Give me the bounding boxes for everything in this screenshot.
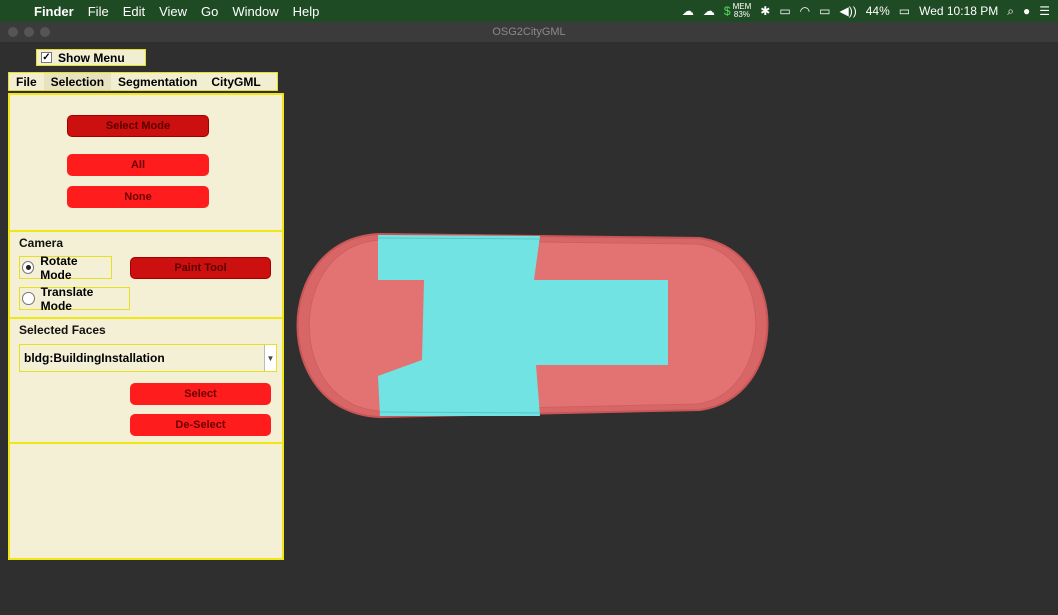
- window-titlebar: OSG2CityGML: [0, 22, 1058, 42]
- zoom-window-button[interactable]: [40, 27, 50, 37]
- notification-center-icon[interactable]: ☰: [1039, 4, 1050, 18]
- battery-icon[interactable]: ▭: [899, 4, 910, 18]
- selection-panel: Select Mode All None Camera Rotate Mode …: [8, 93, 284, 560]
- deselect-button[interactable]: De-Select: [130, 414, 271, 436]
- camera-section-label: Camera: [19, 236, 64, 250]
- volume-icon[interactable]: ◀)): [839, 4, 856, 18]
- translate-mode-radio[interactable]: Translate Mode: [19, 284, 130, 313]
- menu-window[interactable]: Window: [232, 4, 278, 19]
- paint-tool-button[interactable]: Paint Tool: [130, 257, 271, 279]
- airplay-icon[interactable]: ▭: [819, 4, 830, 18]
- panel-tabs: File Selection Segmentation CityGML: [8, 72, 278, 91]
- divider: [10, 317, 282, 319]
- checkbox-check-icon[interactable]: ✓: [41, 52, 52, 63]
- menu-file[interactable]: File: [88, 4, 109, 19]
- bluetooth-icon[interactable]: ✱: [760, 4, 770, 18]
- empty-output-area: [10, 442, 282, 558]
- memory-indicator[interactable]: $ MEM 83%: [724, 3, 751, 19]
- cloud-icon[interactable]: ☁: [703, 4, 715, 18]
- chevron-down-icon[interactable]: ▼: [264, 345, 276, 371]
- rotate-mode-radio[interactable]: Rotate Mode: [19, 253, 112, 282]
- select-none-button[interactable]: None: [67, 186, 209, 208]
- rotate-mode-label: Rotate Mode: [40, 253, 78, 282]
- cloud-icon[interactable]: ☁: [682, 4, 694, 18]
- menu-help[interactable]: Help: [293, 4, 320, 19]
- tab-segmentation[interactable]: Segmentation: [111, 73, 204, 90]
- tab-citygml[interactable]: CityGML: [204, 73, 267, 90]
- keyboard-icon[interactable]: ▭: [779, 4, 790, 18]
- menu-view[interactable]: View: [159, 4, 187, 19]
- dropdown-value: bldg:BuildingInstallation: [24, 351, 165, 365]
- face-type-dropdown[interactable]: bldg:BuildingInstallation ▼: [19, 344, 277, 372]
- minimize-window-button[interactable]: [24, 27, 34, 37]
- tab-selection[interactable]: Selection: [43, 73, 112, 90]
- selected-faces-label: Selected Faces: [19, 323, 106, 337]
- show-menu-checkbox[interactable]: ✓ Show Menu: [36, 49, 146, 66]
- radio-unselected-icon[interactable]: [22, 292, 35, 305]
- memory-icon: $: [723, 4, 731, 18]
- translate-mode-label: Translate Mode: [40, 284, 94, 313]
- window-title: OSG2CityGML: [492, 26, 566, 38]
- show-menu-label: Show Menu: [58, 50, 125, 65]
- window-controls: [8, 27, 50, 37]
- menu-go[interactable]: Go: [201, 4, 218, 19]
- menu-edit[interactable]: Edit: [123, 4, 145, 19]
- battery-percent[interactable]: 44%: [866, 4, 890, 18]
- system-menubar: Finder File Edit View Go Window Help ☁ ☁…: [0, 0, 1058, 22]
- clock[interactable]: Wed 10:18 PM: [919, 4, 998, 18]
- close-window-button[interactable]: [8, 27, 18, 37]
- select-mode-button[interactable]: Select Mode: [67, 115, 209, 137]
- tab-file[interactable]: File: [9, 73, 44, 90]
- divider: [10, 230, 282, 232]
- memory-value: 83%: [733, 10, 750, 19]
- select-all-button[interactable]: All: [67, 154, 209, 176]
- spotlight-search-icon[interactable]: ⌕: [1007, 4, 1014, 19]
- menu-app-finder[interactable]: Finder: [34, 4, 74, 19]
- siri-icon[interactable]: ●: [1023, 4, 1030, 18]
- select-button[interactable]: Select: [130, 383, 271, 405]
- radio-selected-icon[interactable]: [22, 261, 35, 274]
- wifi-icon[interactable]: ◠: [800, 4, 810, 18]
